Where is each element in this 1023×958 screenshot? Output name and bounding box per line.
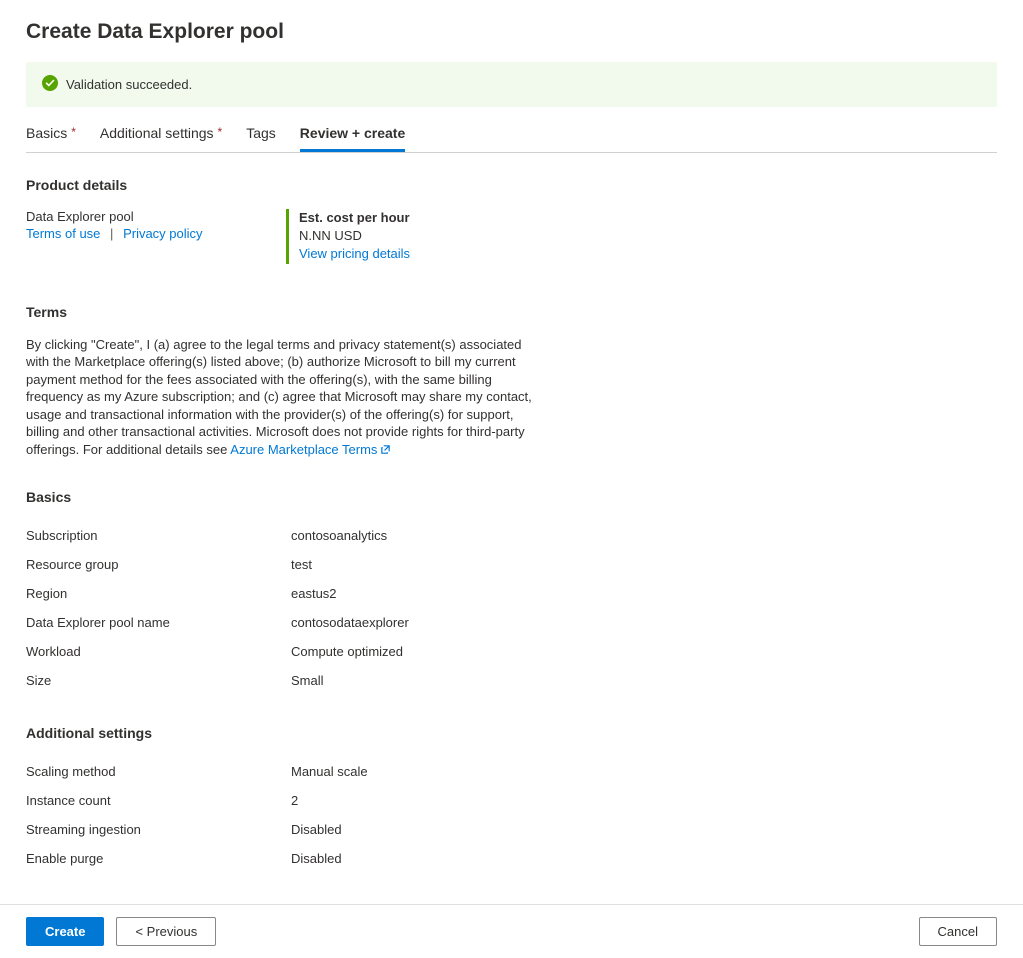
external-link-icon bbox=[380, 442, 391, 460]
pricing-details-link[interactable]: View pricing details bbox=[299, 246, 410, 261]
row-subscription: Subscriptioncontosoanalytics bbox=[26, 521, 997, 550]
terms-of-use-link[interactable]: Terms of use bbox=[26, 226, 100, 241]
row-scaling-method: Scaling methodManual scale bbox=[26, 757, 997, 786]
cost-label: Est. cost per hour bbox=[299, 209, 410, 227]
tab-tags[interactable]: Tags bbox=[246, 125, 276, 152]
terms-heading: Terms bbox=[26, 304, 997, 320]
tab-review-create[interactable]: Review + create bbox=[300, 125, 405, 152]
validation-text: Validation succeeded. bbox=[66, 77, 192, 92]
divider: | bbox=[110, 226, 113, 241]
product-pool-name: Data Explorer pool bbox=[26, 209, 286, 224]
row-resource-group: Resource grouptest bbox=[26, 550, 997, 579]
cost-value: N.NN USD bbox=[299, 227, 410, 245]
footer-bar: Create < Previous Cancel bbox=[0, 904, 1023, 946]
terms-body: By clicking "Create", I (a) agree to the… bbox=[26, 336, 536, 460]
previous-button[interactable]: < Previous bbox=[116, 917, 216, 946]
additional-settings-heading: Additional settings bbox=[26, 725, 997, 741]
product-details-heading: Product details bbox=[26, 177, 997, 193]
cancel-button[interactable]: Cancel bbox=[919, 917, 997, 946]
basics-heading: Basics bbox=[26, 489, 997, 505]
page-title: Create Data Explorer pool bbox=[26, 20, 997, 44]
tab-basics[interactable]: Basics* bbox=[26, 125, 76, 152]
row-instance-count: Instance count2 bbox=[26, 786, 997, 815]
row-workload: WorkloadCompute optimized bbox=[26, 637, 997, 666]
row-pool-name: Data Explorer pool namecontosodataexplor… bbox=[26, 608, 997, 637]
validation-banner: Validation succeeded. bbox=[26, 62, 997, 107]
check-circle-icon bbox=[42, 75, 58, 94]
row-region: Regioneastus2 bbox=[26, 579, 997, 608]
create-button[interactable]: Create bbox=[26, 917, 104, 946]
row-enable-purge: Enable purgeDisabled bbox=[26, 844, 997, 873]
privacy-policy-link[interactable]: Privacy policy bbox=[123, 226, 202, 241]
row-streaming-ingestion: Streaming ingestionDisabled bbox=[26, 815, 997, 844]
marketplace-terms-link[interactable]: Azure Marketplace Terms bbox=[230, 442, 391, 457]
row-size: SizeSmall bbox=[26, 666, 997, 695]
tab-additional-settings[interactable]: Additional settings* bbox=[100, 125, 222, 152]
tabs-bar: Basics* Additional settings* Tags Review… bbox=[26, 125, 997, 153]
